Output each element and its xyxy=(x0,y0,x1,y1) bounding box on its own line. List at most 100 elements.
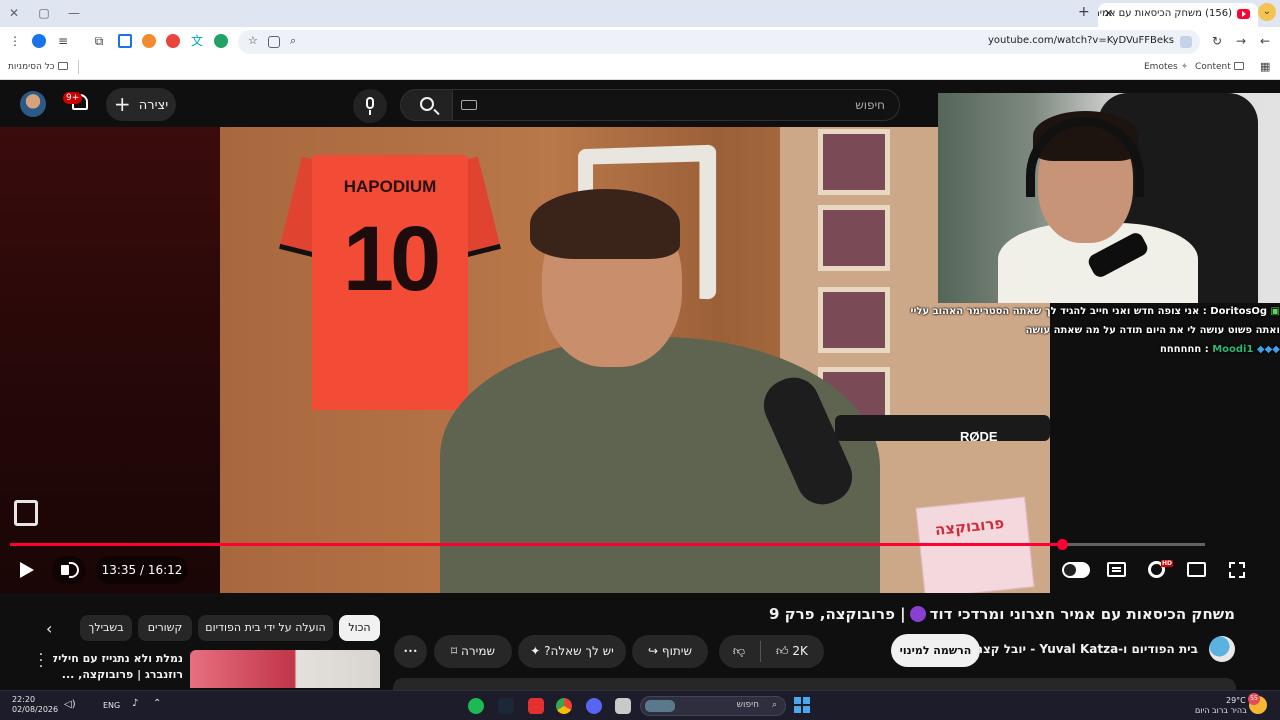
bookmark-star-icon[interactable]: ☆ xyxy=(248,34,258,47)
like-count: 2K xyxy=(792,644,808,658)
recommendation-thumbnail[interactable] xyxy=(190,650,380,688)
all-bookmarks-folder[interactable]: כל הסימניות xyxy=(8,62,71,72)
autoplay-toggle[interactable] xyxy=(1062,562,1090,578)
speaker-tray-icon[interactable]: ◁) xyxy=(64,700,76,710)
mic-tray-icon[interactable]: ♪ xyxy=(132,699,138,709)
channel-avatar[interactable] xyxy=(1209,636,1235,662)
clock-date[interactable]: 02/08/2026 xyxy=(12,705,58,715)
chips-scroll-left-icon[interactable]: ‹ xyxy=(46,619,52,638)
file-explorer-icon[interactable] xyxy=(615,698,631,714)
extension-translate-icon[interactable]: 文 xyxy=(190,34,204,48)
voice-search-button[interactable] xyxy=(353,89,387,123)
chat-badge-icon: ▣ xyxy=(1270,306,1280,317)
play-icon[interactable] xyxy=(20,562,34,578)
volume-button[interactable] xyxy=(52,556,86,584)
window-minimize-icon[interactable]: — xyxy=(64,4,84,22)
reload-icon[interactable]: ↻ xyxy=(1210,34,1224,48)
share-button[interactable]: שיתוף ↪ xyxy=(632,635,708,668)
search-input[interactable]: חיפוש xyxy=(453,89,900,121)
avatar[interactable] xyxy=(20,91,46,117)
more-actions-button[interactable]: ••• xyxy=(394,635,427,668)
emotes-label: Emotes xyxy=(1144,62,1178,72)
recommendation-menu-icon[interactable]: · · · xyxy=(38,648,44,674)
chat-username: DoritosOg xyxy=(1210,306,1268,317)
new-tab-button[interactable]: + xyxy=(1078,4,1090,20)
windows-start-icon[interactable] xyxy=(794,697,810,713)
bookmark-content[interactable]: Content xyxy=(1195,62,1247,72)
emotes-favicon-icon: ✦ xyxy=(1180,62,1189,72)
fullscreen-icon[interactable] xyxy=(1229,562,1245,578)
keyboard-icon[interactable] xyxy=(461,100,477,110)
wall-frame xyxy=(818,287,890,353)
folder-icon xyxy=(1233,62,1244,70)
browser-tab-youtube[interactable]: (156) משחק הכיסאות עם אמיר ✕ xyxy=(1098,3,1258,27)
weather-description[interactable]: בהיר ברוב היום xyxy=(1195,706,1247,716)
ask-button[interactable]: יש לך שאלה? ✦ xyxy=(518,635,626,668)
chip-uploaded-by[interactable]: הועלה על ידי בית הפודיום xyxy=(198,615,333,641)
channel-watermark-icon[interactable] xyxy=(14,500,38,526)
forward-icon[interactable]: → xyxy=(1234,34,1248,48)
zoom-icon[interactable]: ⌕ xyxy=(290,34,296,48)
address-bar[interactable]: ☆ ⌕ youtube.com/watch?v=KyDVuFFBeks xyxy=(238,30,1200,54)
thumbs-down-icon: 👎︎ xyxy=(732,644,746,658)
description-box[interactable] xyxy=(393,678,1236,690)
menu-dots-icon[interactable]: ⋮ xyxy=(8,34,22,48)
search-highlight-image xyxy=(645,700,675,712)
microphone-stand xyxy=(369,110,371,115)
chip-all[interactable]: הכול xyxy=(339,615,380,641)
tab-close-icon[interactable]: ✕ xyxy=(1104,7,1113,20)
progress-scrubber-handle[interactable] xyxy=(1057,539,1068,550)
search-placeholder: חיפוש xyxy=(855,98,885,112)
back-icon[interactable]: ← xyxy=(1258,34,1272,48)
bookmark-emotes[interactable]: Emotes ✦ xyxy=(1144,62,1188,72)
microphone-icon xyxy=(366,97,374,109)
reading-list-icon[interactable]: ≡ xyxy=(56,34,70,48)
screenshot-extension-icon[interactable] xyxy=(118,34,132,48)
devil-emoji-icon xyxy=(909,606,926,622)
chrome-icon[interactable] xyxy=(556,698,572,714)
window-restore-icon[interactable]: ▢ xyxy=(34,4,54,22)
create-button[interactable]: יצירה + xyxy=(106,88,176,121)
taskbar-search-input[interactable]: חיפוש ⌕ xyxy=(640,696,786,716)
discord-icon[interactable] xyxy=(586,698,602,714)
chip-for-you[interactable]: בשבילך xyxy=(80,615,132,641)
extensions-icon[interactable]: ⧉ xyxy=(92,34,106,48)
like-button[interactable]: 2K 👍︎ xyxy=(760,635,824,668)
lens-icon[interactable] xyxy=(268,36,280,48)
app-red-icon[interactable] xyxy=(528,698,544,714)
miniplayer-icon[interactable] xyxy=(1187,562,1206,577)
host-hair xyxy=(530,189,680,259)
profile-icon[interactable] xyxy=(32,34,46,48)
time-display: 13:35 / 16:12 xyxy=(96,556,188,584)
spotify-icon[interactable] xyxy=(468,698,484,714)
apps-grid-icon[interactable]: ▦ xyxy=(1260,60,1270,73)
video-frame: HAPODIUM 10 RØDE פרובוקצה xyxy=(220,127,1050,593)
chat-message: ◆◆◆ Moodi1 : חחחחחח xyxy=(1159,344,1280,355)
weather-temperature[interactable]: 29°C xyxy=(1226,696,1246,706)
video-player[interactable]: HAPODIUM 10 RØDE פרובוקצה xyxy=(0,127,1050,593)
football-jersey: HAPODIUM 10 xyxy=(279,155,501,410)
site-settings-icon[interactable] xyxy=(1180,36,1192,48)
subtitles-icon[interactable] xyxy=(1107,562,1126,577)
recommendation-title[interactable]: נמלת ולא נתגייז עם חיליק רוזנברג | פרובו… xyxy=(53,651,183,683)
language-indicator[interactable]: ENG xyxy=(103,701,120,711)
tab-search-icon[interactable]: ⌄ xyxy=(1258,3,1276,21)
steam-icon[interactable] xyxy=(498,698,514,714)
clock-time[interactable]: 22:20 xyxy=(12,695,35,705)
subscribe-button[interactable]: הרשמה למינוי xyxy=(891,634,980,667)
progress-played[interactable] xyxy=(10,543,1062,546)
window-close-icon[interactable]: ✕ xyxy=(4,4,24,22)
chat-text: ואתה פשוט עושה לי את היום תודה על מה שאת… xyxy=(1025,325,1280,336)
tray-overflow-icon[interactable]: ⌃ xyxy=(153,699,161,709)
save-button[interactable]: שמירה ⌑ xyxy=(434,635,512,668)
dislike-button[interactable]: 👎︎ xyxy=(719,635,759,668)
extension-green-icon[interactable] xyxy=(214,34,228,48)
search-button[interactable] xyxy=(400,89,453,121)
chip-related[interactable]: קשורים xyxy=(138,615,192,641)
streamer-webcam-overlay xyxy=(938,93,1280,303)
extension-orange-icon[interactable] xyxy=(142,34,156,48)
extension-red-icon[interactable] xyxy=(166,34,180,48)
chat-text: חחחחחח xyxy=(1159,344,1202,355)
book-title: פרובוקצה xyxy=(934,513,1006,540)
channel-name[interactable]: בית הפודיום ו-Yuval Katza - יובל קצה xyxy=(975,642,1198,656)
